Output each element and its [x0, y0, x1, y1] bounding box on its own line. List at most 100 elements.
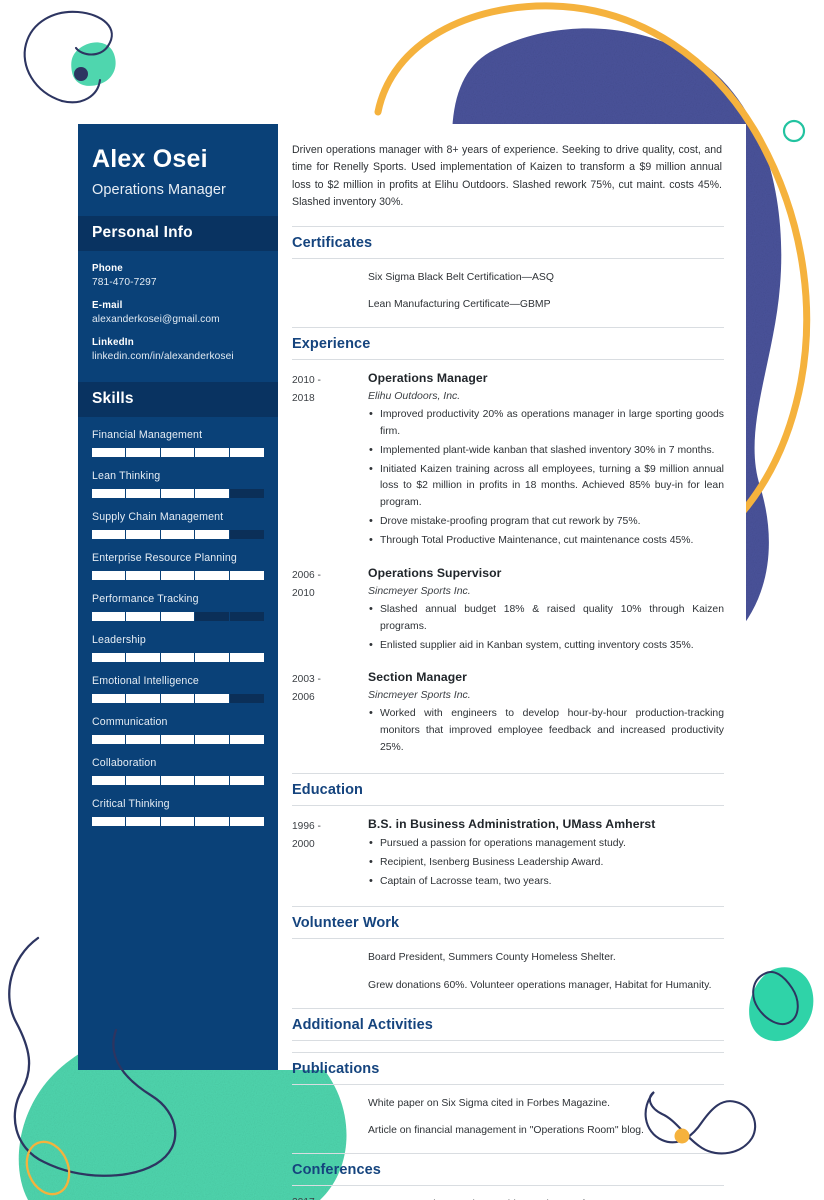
- skill-segment-dividers: [92, 816, 264, 826]
- entry-title: Section Manager: [368, 670, 468, 685]
- section-publications: Publications White paper on Six Sigma ci…: [292, 1051, 724, 1151]
- entry-row: 2010 - 2018 Operations Manager Elihu Outdoo…: [292, 371, 724, 552]
- skill-level-bar: [92, 611, 264, 621]
- identity-block: Alex Osei Operations Manager: [78, 124, 278, 216]
- spacer-cell: [292, 1096, 368, 1112]
- skill-level-bar: [92, 488, 264, 498]
- skill-label: Financial Management: [92, 428, 203, 441]
- personal-info-heading: Personal Info: [78, 215, 278, 251]
- teal-blob-outline-right: [749, 967, 814, 1042]
- skill-segment-dividers: [92, 652, 264, 662]
- list-item: Drove mistake-proofing program that cut …: [368, 513, 724, 531]
- spacer-cell: [292, 1123, 368, 1139]
- publication-text: White paper on Six Sigma cited in Forbes…: [368, 1097, 610, 1109]
- entry-content: B.S. in Business Administration, UMass A…: [368, 817, 724, 893]
- date-from: 2003 -: [292, 674, 321, 686]
- date-to: 2018: [292, 392, 315, 404]
- summary-text: Driven operations manager with 8+ years …: [292, 144, 722, 209]
- skill-segment-dividers: [92, 775, 264, 785]
- skill-label: Leadership: [92, 633, 146, 646]
- skill-segment-dividers: [92, 611, 264, 621]
- sidebar: Alex Osei Operations Manager Personal In…: [78, 124, 278, 1070]
- certificate-text: Lean Manufacturing Certificate—GBMP: [368, 299, 551, 311]
- skills-list: Financial Management Lean Thinking Supply …: [78, 417, 278, 857]
- section-heading-volunteer-work: Volunteer Work: [292, 906, 724, 940]
- volunteer-text: Grew donations 60%. Volunteer operations…: [368, 980, 712, 992]
- skill-segment-dividers: [92, 488, 264, 498]
- contact-value-linkedin[interactable]: linkedin.com/in/alexanderkosei: [92, 351, 264, 362]
- skill-item: Enterprise Resource Planning: [92, 552, 264, 580]
- list-item: Board President, Summers County Homeless…: [292, 950, 724, 966]
- volunteer-text: Board President, Summers County Homeless…: [368, 952, 616, 964]
- certificate-text: Six Sigma Black Belt Certification—ASQ: [368, 271, 554, 283]
- contact-label: E-mail: [92, 299, 123, 311]
- list-item: Grew donations 60%. Volunteer operations…: [292, 978, 724, 994]
- full-name: Alex Osei: [92, 145, 208, 173]
- green-blob-top-left: [71, 42, 116, 86]
- contact-item-linkedin: LinkedIn linkedin.com/in/alexanderkosei: [92, 337, 264, 362]
- skill-segment-dividers: [92, 693, 264, 703]
- job-title: Operations Manager: [92, 181, 226, 198]
- skill-level-bar: [92, 734, 264, 744]
- volunteer-body: Board President, Summers County Homeless…: [292, 939, 724, 1005]
- navy-comma-outline-top-left: [23, 10, 113, 103]
- skill-level-bar: [92, 570, 264, 580]
- list-item: Worked with engineers to develop hour-by…: [368, 705, 724, 757]
- spacer-cell: [292, 950, 368, 966]
- section-additional-activities: Additional Activities: [292, 1007, 724, 1050]
- navy-comma-outline-top-left-tail: [60, 78, 102, 104]
- list-item: Implemented plant-wide kanban that slash…: [368, 442, 724, 460]
- entry-date-range: 2003 - 2006: [292, 670, 368, 759]
- entry-title: Operations Manager: [368, 371, 488, 386]
- certificates-body: Six Sigma Black Belt Certification—ASQ L…: [292, 259, 724, 325]
- section-heading-conferences: Conferences: [292, 1152, 724, 1186]
- skill-level-bar: [92, 693, 264, 703]
- section-heading-experience: Experience: [292, 327, 724, 361]
- skill-segment-dividers: [92, 734, 264, 744]
- entry-row: 1996 - 2000 B.S. in Business Administratio…: [292, 817, 724, 893]
- skill-item: Collaboration: [92, 757, 264, 785]
- list-item: Through Total Productive Maintenance, cu…: [368, 532, 724, 550]
- entry-date-range: 2010 - 2018: [292, 371, 368, 552]
- list-item: Six Sigma Black Belt Certification—ASQ: [292, 270, 724, 286]
- entry-row: 2006 - 2010 Operations Supervisor Sincmeyer…: [292, 566, 724, 657]
- contact-value-phone[interactable]: 781-470-7297: [92, 277, 264, 288]
- resume-card: Alex Osei Operations Manager Personal In…: [78, 124, 746, 1200]
- list-item: Captain of Lacrosse team, two years.: [368, 873, 724, 891]
- section-education: Education 1996 - 2000 B.S. in Business Adm…: [292, 772, 724, 905]
- teal-ring-outline: [782, 119, 806, 143]
- contact-item-phone: Phone 781-470-7297: [92, 263, 264, 288]
- list-item: White paper on Six Sigma cited in Forbes…: [292, 1096, 724, 1112]
- section-heading-certificates: Certificates: [292, 225, 724, 259]
- skill-label: Lean Thinking: [92, 469, 161, 482]
- skill-label: Communication: [92, 715, 168, 728]
- navy-dot-top-left: [74, 67, 88, 81]
- entry-content: Operations Supervisor Sincmeyer Sports In…: [368, 566, 724, 657]
- experience-body: 2010 - 2018 Operations Manager Elihu Outdoo…: [292, 360, 724, 771]
- skill-segment-dividers: [92, 570, 264, 580]
- date-from: 2010 -: [292, 375, 321, 387]
- list-item: Enlisted supplier aid in Kanban system, …: [368, 637, 724, 655]
- section-heading-additional-activities: Additional Activities: [292, 1007, 724, 1041]
- list-item: Improved productivity 20% as operations …: [368, 406, 724, 441]
- skill-item: Supply Chain Management: [92, 511, 264, 539]
- section-heading-education: Education: [292, 772, 724, 806]
- contact-label: Phone: [92, 262, 123, 274]
- date-to: 2006: [292, 692, 315, 704]
- contact-value-email[interactable]: alexanderkosei@gmail.com: [92, 314, 264, 325]
- main-column: Driven operations manager with 8+ years …: [278, 124, 746, 1200]
- date-to: 2000: [292, 838, 315, 850]
- skill-level-bar: [92, 529, 264, 539]
- skill-label: Emotional Intelligence: [92, 674, 199, 687]
- skill-label: Enterprise Resource Planning: [92, 551, 237, 564]
- entry-title: Operations Supervisor: [368, 565, 502, 580]
- section-heading-publications: Publications: [292, 1051, 724, 1085]
- skills-heading: Skills: [78, 381, 278, 417]
- section-experience: Experience 2010 - 2018 Operations Manager E…: [292, 327, 724, 771]
- skill-label: Critical Thinking: [92, 797, 170, 810]
- publications-body: White paper on Six Sigma cited in Forbes…: [292, 1085, 724, 1151]
- skill-label: Performance Tracking: [92, 592, 199, 605]
- entry-company: Elihu Outdoors, Inc.: [368, 390, 461, 403]
- entry-company: Sincmeyer Sports Inc.: [368, 584, 471, 597]
- education-body: 1996 - 2000 B.S. in Business Administratio…: [292, 806, 724, 905]
